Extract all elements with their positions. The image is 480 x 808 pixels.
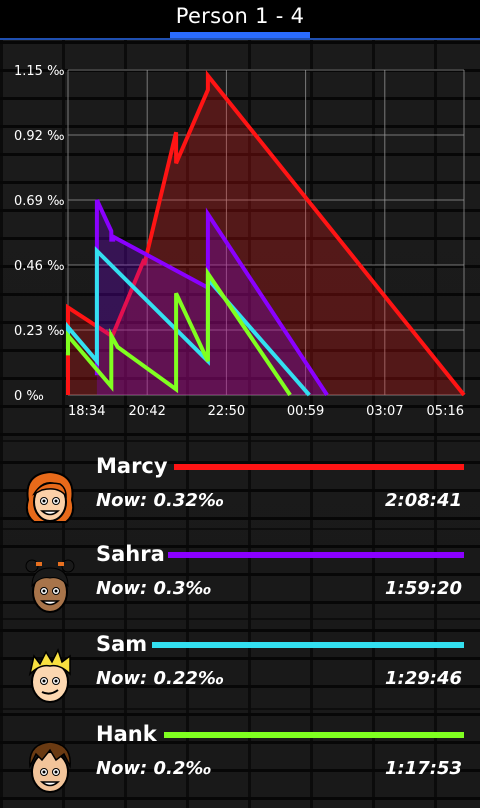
current-bac: Now: 0.32‰ — [96, 490, 225, 511]
page-title: Person 1 - 4 — [175, 4, 305, 28]
girl-dark-skin-avatar — [20, 554, 80, 618]
x-tick-label: 20:42 — [128, 404, 165, 419]
time-remaining: 1:17:53 — [384, 758, 462, 779]
divider — [0, 440, 480, 442]
x-tick-label: 22:50 — [208, 404, 245, 419]
divider — [0, 708, 480, 710]
girl-orange-hair-avatar — [20, 466, 80, 530]
time-remaining: 1:59:20 — [384, 578, 462, 599]
y-tick-label: 0 ‰ — [14, 389, 44, 404]
person-name: Sam — [96, 632, 148, 656]
series-color-line — [168, 552, 464, 558]
divider — [0, 528, 480, 530]
current-bac: Now: 0.2‰ — [96, 758, 212, 779]
title-bar: Person 1 - 4 — [0, 0, 480, 40]
divider — [0, 618, 480, 620]
current-bac: Now: 0.22‰ — [96, 668, 225, 689]
person-row-marcy[interactable]: Marcy Now: 0.32‰ 2:08:41 — [0, 452, 480, 540]
person-row-hank[interactable]: Hank Now: 0.2‰ 1:17:53 — [0, 720, 480, 808]
current-bac: Now: 0.3‰ — [96, 578, 212, 599]
person-name: Sahra — [96, 542, 165, 566]
series-color-line — [174, 464, 464, 470]
y-tick-label: 1.15 ‰ — [14, 64, 65, 79]
x-tick-label: 03:07 — [366, 404, 403, 419]
person-row-sahra[interactable]: Sahra Now: 0.3‰ 1:59:20 — [0, 540, 480, 628]
boy-blond-avatar — [20, 644, 80, 708]
x-tick-label: 00:59 — [287, 404, 324, 419]
time-remaining: 1:29:46 — [384, 668, 462, 689]
person-name: Hank — [96, 722, 157, 746]
y-tick-label: 0.92 ‰ — [14, 129, 65, 144]
bac-chart: 1.15 ‰ 0.92 ‰ 0.69 ‰ 0.46 ‰ 0.23 ‰ 0 ‰ 18:34 20… — [14, 64, 466, 419]
series-color-line — [152, 642, 464, 648]
x-tick-label: 18:34 — [68, 404, 105, 419]
title-indicator — [170, 32, 310, 38]
y-tick-label: 0.23 ‰ — [14, 324, 65, 339]
series-color-line — [164, 732, 464, 738]
time-remaining: 2:08:41 — [384, 490, 462, 511]
y-tick-label: 0.69 ‰ — [14, 194, 65, 209]
x-tick-label: 05:16 — [427, 404, 464, 419]
person-row-sam[interactable]: Sam Now: 0.22‰ 1:29:46 — [0, 630, 480, 718]
y-tick-label: 0.46 ‰ — [14, 259, 65, 274]
boy-brown-hair-avatar — [20, 734, 80, 798]
person-name: Marcy — [96, 454, 168, 478]
